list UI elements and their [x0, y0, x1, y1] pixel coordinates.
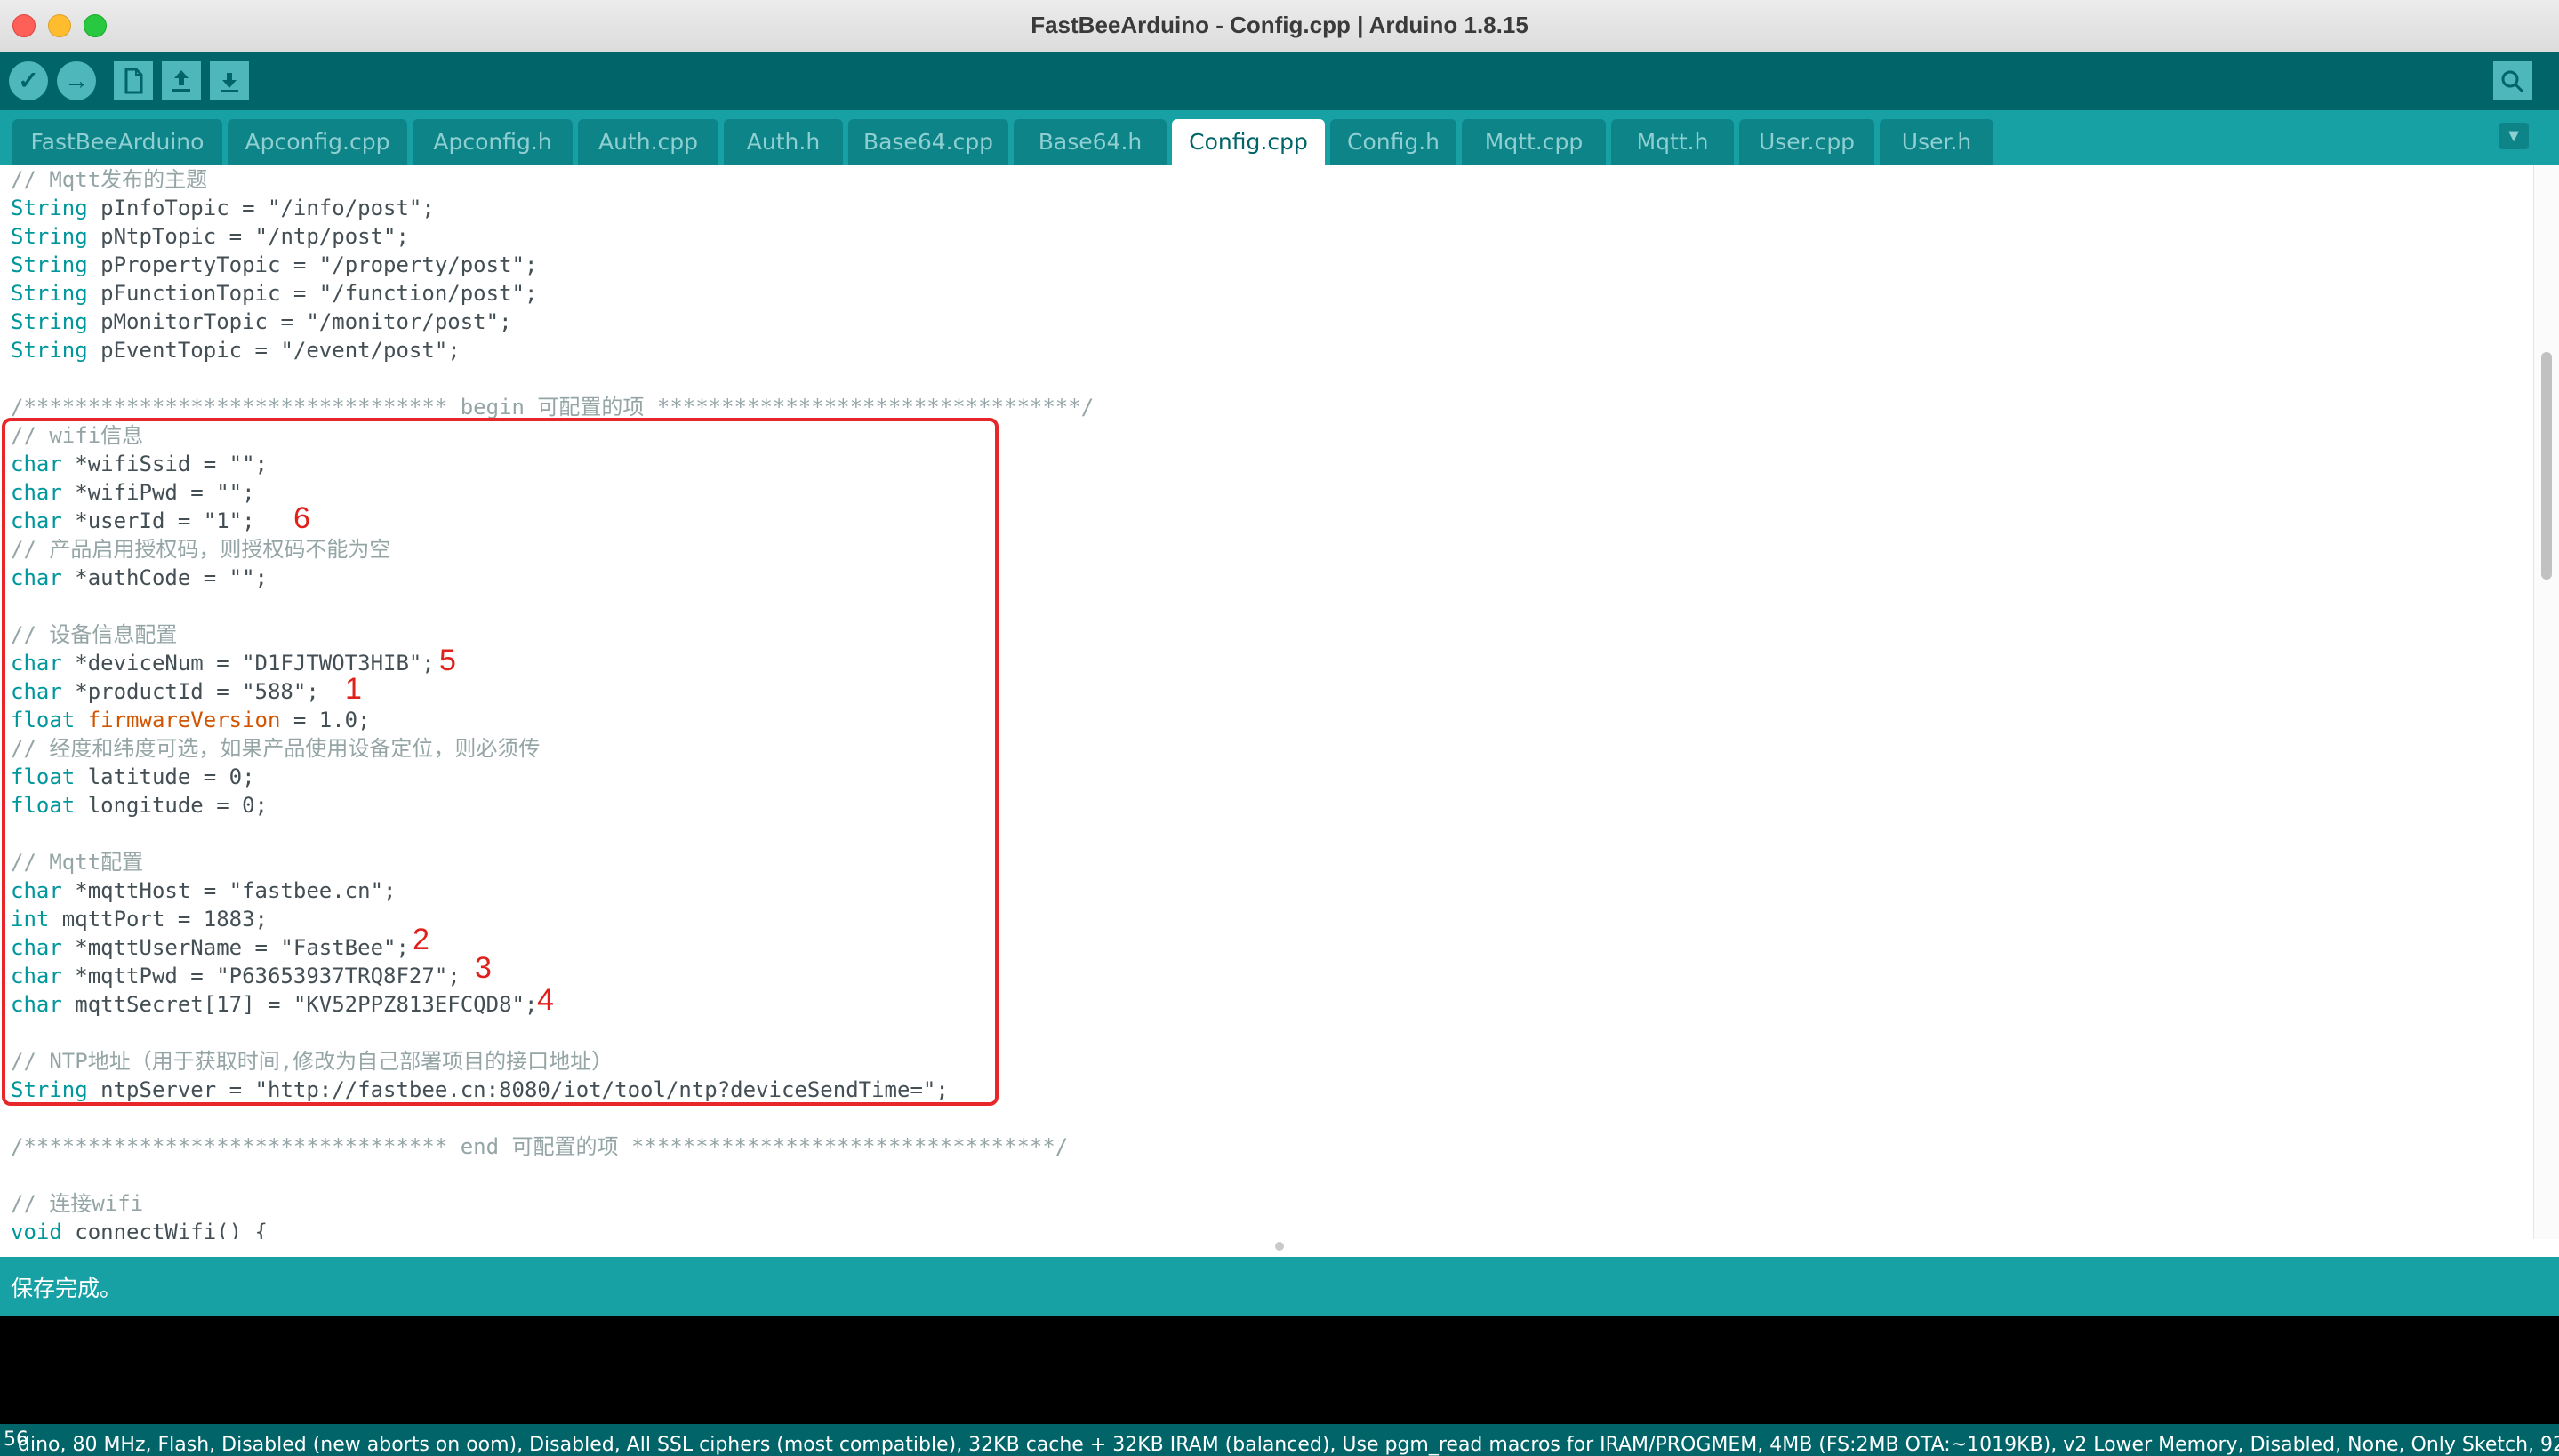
tab-apconfig-h[interactable]: Apconfig.h [413, 119, 573, 165]
tab-bar: FastBeeArduino Apconfig.cpp Apconfig.h A… [0, 110, 2559, 165]
tab-mqtt-h[interactable]: Mqtt.h [1611, 119, 1734, 165]
code-comment: // 连接wifi [11, 1191, 144, 1216]
code-line: String pMonitorTopic = "/monitor/post"; [11, 309, 512, 334]
tab-auth-cpp[interactable]: Auth.cpp [578, 119, 718, 165]
toolbar: ✓ → [0, 52, 2559, 110]
board-info-text: dino, 80 MHz, Flash, Disabled (new abort… [18, 1434, 2559, 1456]
window-titlebar: FastBeeArduino - Config.cpp | Arduino 1.… [0, 0, 2559, 52]
tab-apconfig-cpp[interactable]: Apconfig.cpp [228, 119, 407, 165]
annotation-1: 1 [345, 672, 362, 706]
save-button[interactable] [210, 61, 249, 100]
annotation-3: 3 [475, 951, 492, 985]
chevron-down-icon: ▼ [2505, 126, 2523, 146]
annotation-6: 6 [293, 501, 310, 535]
pane-resize-handle[interactable] [1275, 1242, 1284, 1251]
code-editor[interactable]: // Mqtt发布的主题 String pInfoTopic = "/info/… [0, 165, 2534, 1239]
tab-mqtt-cpp[interactable]: Mqtt.cpp [1462, 119, 1606, 165]
code-comment: // Mqtt发布的主题 [11, 167, 208, 192]
tab-menu-button[interactable]: ▼ [2499, 123, 2529, 149]
tab-auth-h[interactable]: Auth.h [724, 119, 843, 165]
code-line: String pPropertyTopic = "/property/post"… [11, 252, 538, 277]
tab-config-cpp[interactable]: Config.cpp [1172, 119, 1325, 165]
annotation-4: 4 [537, 983, 554, 1017]
window-title: FastBeeArduino - Config.cpp | Arduino 1.… [1031, 12, 1528, 38]
code-line: String pInfoTopic = "/info/post"; [11, 196, 435, 220]
code-line: String pNtpTopic = "/ntp/post"; [11, 224, 409, 249]
open-button[interactable] [162, 61, 201, 100]
tab-user-h[interactable]: User.h [1880, 119, 1993, 165]
board-info-bar: dino, 80 MHz, Flash, Disabled (new abort… [0, 1424, 2559, 1456]
highlight-box [2, 418, 999, 1106]
save-icon [221, 73, 238, 92]
serial-monitor-button[interactable] [2493, 61, 2532, 100]
status-bar: 保存完成。 [0, 1257, 2559, 1316]
tab-base64-h[interactable]: Base64.h [1014, 119, 1167, 165]
tab-fastbeearduino[interactable]: FastBeeArduino [12, 119, 222, 165]
editor-scrollbar[interactable] [2533, 165, 2559, 1239]
annotation-5: 5 [439, 644, 456, 677]
code-line: void connectWifi() { [11, 1220, 268, 1239]
tab-base64-cpp[interactable]: Base64.cpp [848, 119, 1008, 165]
upload-button[interactable]: → [57, 61, 96, 100]
checkmark-icon: ✓ [18, 67, 39, 94]
verify-button[interactable]: ✓ [9, 61, 48, 100]
console-output[interactable] [0, 1316, 2559, 1424]
open-icon [172, 70, 190, 92]
annotation-2: 2 [413, 923, 429, 956]
code-line: String pFunctionTopic = "/function/post"… [11, 281, 538, 306]
arrow-right-icon: → [64, 67, 89, 94]
new-sketch-button[interactable] [114, 61, 153, 100]
scrollbar-thumb[interactable] [2541, 352, 2552, 580]
tab-user-cpp[interactable]: User.cpp [1739, 119, 1874, 165]
status-message: 保存完成。 [11, 1276, 123, 1301]
serial-monitor-icon [2501, 70, 2524, 93]
new-sketch-icon [124, 68, 143, 94]
end-config-banner: /********************************* end 可… [11, 1134, 1069, 1159]
line-number: 56 [4, 1428, 28, 1451]
tab-config-h[interactable]: Config.h [1330, 119, 1456, 165]
code-line: String pEventTopic = "/event/post"; [11, 338, 461, 363]
